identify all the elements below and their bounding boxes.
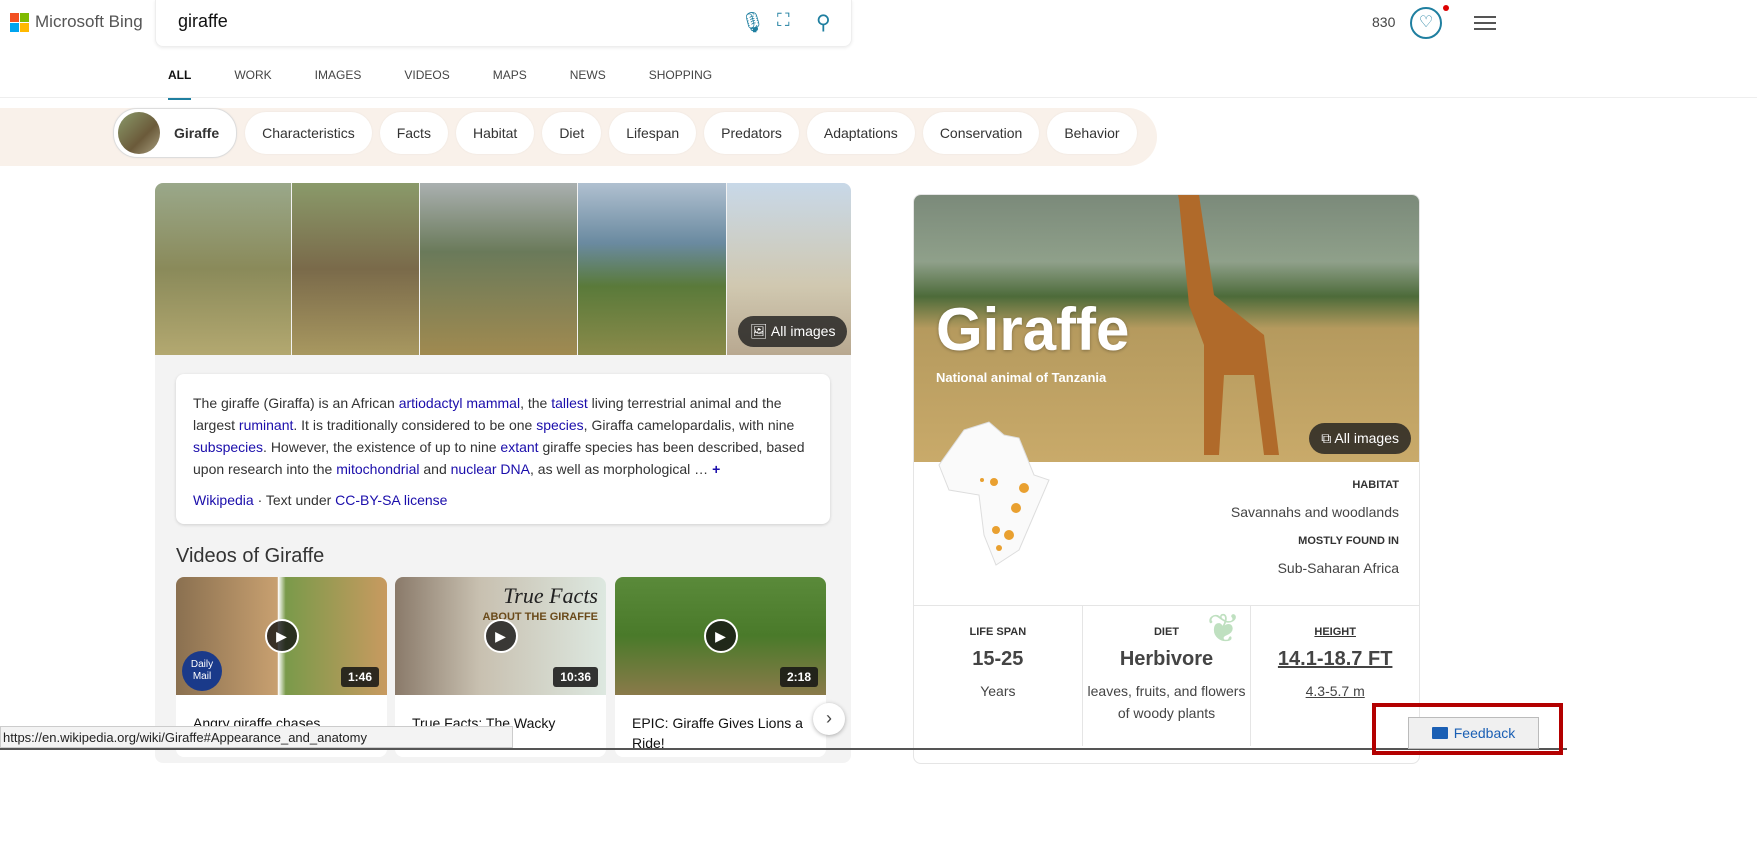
video-duration: 2:18 (779, 667, 818, 687)
tab-work[interactable]: WORK (234, 66, 271, 100)
pill-label: Giraffe (174, 125, 220, 141)
pill-characteristics[interactable]: Characteristics (245, 112, 372, 154)
lifespan-unit: Years (980, 683, 1016, 699)
height-value[interactable]: 14.1-18.7 FT (1251, 648, 1419, 671)
tab-images[interactable]: IMAGES (315, 66, 362, 100)
video-overlay-text: True Facts (503, 583, 598, 608)
link-tallest[interactable]: tallest (551, 395, 588, 411)
feedback-button[interactable]: Feedback (1408, 717, 1539, 749)
pill-conservation[interactable]: Conservation (922, 112, 1040, 154)
card-all-images-button[interactable]: ⧉ All images (1309, 423, 1411, 454)
brand-name: Microsoft Bing (35, 12, 143, 31)
bing-logo[interactable]: Microsoft Bing (10, 12, 143, 32)
lifespan-label: LIFE SPAN (969, 626, 1027, 638)
pill-lifespan[interactable]: Lifespan (609, 112, 697, 154)
image-icon: 🖼 (750, 323, 771, 339)
card-subtitle: National animal of Tanzania (936, 370, 1107, 385)
card-title: Giraffe (936, 296, 1130, 363)
notification-dot (1443, 5, 1449, 11)
giraffe-avatar (118, 112, 160, 154)
search-box: 🎙 ⛶ ⚲ (155, 0, 852, 47)
all-images-label: All images (770, 323, 836, 339)
microsoft-logo-icon (10, 12, 29, 32)
feedback-label: Feedback (1453, 725, 1516, 741)
video-duration: 1:46 (340, 667, 379, 687)
description-text: The giraffe (Giraffa) is an African arti… (193, 395, 805, 477)
africa-range-map (938, 421, 1050, 566)
link-artiodactyl[interactable]: artiodactyl mammal (399, 395, 520, 411)
tab-all[interactable]: ALL (168, 66, 192, 100)
height-label[interactable]: HEIGHT (1251, 626, 1419, 638)
rewards-points[interactable]: 830 (1372, 14, 1395, 30)
habitat-label: HABITAT (1352, 479, 1399, 491)
link-nuclear-dna[interactable]: nuclear DNA (451, 461, 530, 477)
play-icon[interactable]: ▶ (703, 619, 738, 653)
found-label: MOSTLY FOUND IN (1298, 535, 1399, 547)
microphone-icon[interactable]: 🎙 (740, 10, 765, 35)
video-duration: 10:36 (553, 667, 598, 687)
lifespan-stat: LIFE SPAN 15-25 Years (914, 606, 1083, 746)
hamburger-menu-icon[interactable] (1474, 12, 1496, 34)
videos-heading: Videos of Giraffe (176, 545, 325, 567)
search-tabs: ALL WORK IMAGES VIDEOS MAPS NEWS SHOPPIN… (168, 66, 755, 100)
lifespan-value: 15-25 (972, 648, 1024, 670)
giraffe-illustration (1178, 195, 1279, 455)
link-mitochondrial[interactable]: mitochondrial (336, 461, 419, 477)
divider (0, 97, 1757, 98)
giraffe-image[interactable] (577, 183, 726, 355)
diet-stat: ❦ DIET Herbivore leaves, fruits, and flower… (1083, 606, 1252, 746)
pill-diet[interactable]: Diet (542, 112, 602, 154)
daily-mail-badge: Daily Mail (182, 651, 222, 691)
play-icon[interactable]: ▶ (264, 619, 299, 653)
expand-more-button[interactable]: + (712, 461, 720, 477)
rewards-heart-icon[interactable]: ♡ (1410, 7, 1442, 39)
tab-news[interactable]: NEWS (570, 66, 606, 100)
status-bar-url: https://en.wikipedia.org/wiki/Giraffe#Ap… (0, 726, 513, 748)
pill-giraffe[interactable]: Giraffe (113, 108, 238, 158)
all-images-label: All images (1334, 430, 1399, 446)
giraffe-image[interactable] (292, 183, 420, 355)
feedback-icon (1431, 727, 1448, 739)
leaf-icon: ❦ (1206, 607, 1241, 651)
video-title: EPIC: Giraffe Gives Lions a Ride! (632, 715, 803, 751)
license-link[interactable]: CC-BY-SA license (335, 492, 447, 508)
wikipedia-link[interactable]: Wikipedia (193, 492, 254, 508)
description-card: The giraffe (Giraffa) is an African arti… (176, 374, 830, 524)
pill-facts[interactable]: Facts (379, 112, 448, 154)
pill-predators[interactable]: Predators (704, 112, 799, 154)
link-ruminant[interactable]: ruminant (239, 417, 293, 433)
diet-detail: leaves, fruits, and flowers of woody pla… (1087, 683, 1246, 721)
images-icon: ⧉ (1321, 430, 1335, 446)
link-species[interactable]: species (536, 417, 583, 433)
next-arrow-button[interactable]: › (813, 703, 845, 735)
tab-maps[interactable]: MAPS (493, 66, 527, 100)
divider (0, 748, 1567, 750)
knowledge-card: Giraffe National animal of Tanzania ⧉ Al… (913, 194, 1420, 764)
video-card[interactable]: ▶ 2:18 EPIC: Giraffe Gives Lions a Ride! (615, 577, 826, 757)
license-text: · Text under (253, 492, 336, 508)
pill-habitat[interactable]: Habitat (455, 112, 535, 154)
play-icon[interactable]: ▶ (483, 619, 518, 653)
search-icon[interactable]: ⚲ (816, 10, 831, 35)
visual-search-icon[interactable]: ⛶ (777, 10, 790, 31)
height-metric[interactable]: 4.3-5.7 m (1251, 680, 1419, 702)
giraffe-image[interactable] (155, 183, 292, 355)
found-value: Sub-Saharan Africa (1277, 560, 1399, 576)
all-images-button[interactable]: 🖼 All images (738, 316, 848, 347)
tab-videos[interactable]: VIDEOS (404, 66, 449, 100)
tab-shopping[interactable]: SHOPPING (649, 66, 712, 100)
giraffe-image[interactable] (420, 183, 577, 355)
pill-adaptations[interactable]: Adaptations (806, 112, 915, 154)
link-extant[interactable]: extant (500, 439, 538, 455)
habitat-value: Savannahs and woodlands (1230, 504, 1399, 520)
pill-behavior[interactable]: Behavior (1047, 112, 1137, 154)
link-subspecies[interactable]: subspecies (193, 439, 263, 455)
search-input[interactable] (178, 11, 678, 32)
